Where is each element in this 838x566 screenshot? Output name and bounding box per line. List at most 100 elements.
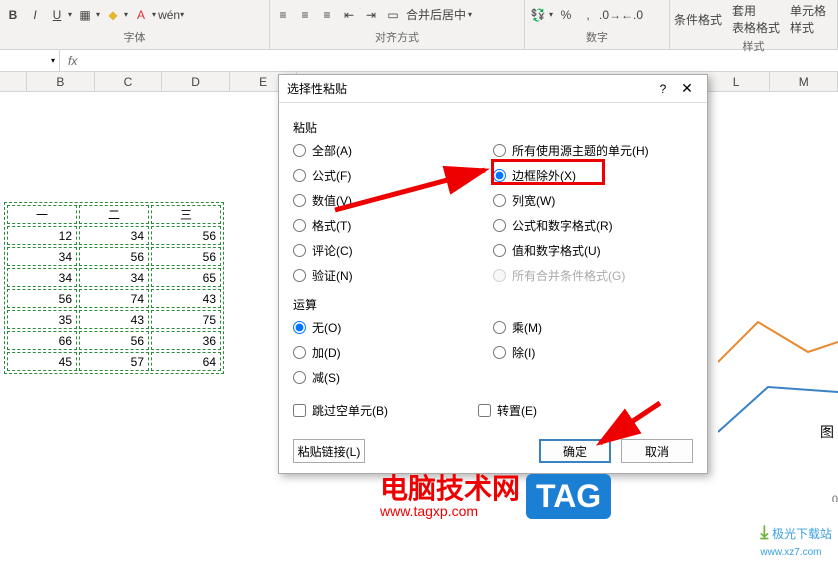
radio-option[interactable]: 数值(V) [293,192,493,209]
radio-option[interactable]: 除(I) [493,344,693,361]
align-left-icon[interactable]: ≡ [274,6,292,24]
col-header[interactable]: C [95,72,163,91]
radio-option[interactable]: 公式(F) [293,167,493,184]
cell[interactable]: 56 [7,289,77,308]
cell[interactable]: 45 [7,352,77,371]
transpose-checkbox[interactable]: 转置(E) [478,402,537,419]
indent-dec-icon[interactable]: ⇤ [340,6,358,24]
skip-blanks-checkbox[interactable]: 跳过空单元(B) [293,402,388,419]
cell[interactable]: 34 [7,268,77,287]
font-color-icon[interactable]: A [132,6,150,24]
merge-icon[interactable]: ▭ [384,6,402,24]
close-icon[interactable]: ✕ [675,80,699,97]
radio-option[interactable]: 所有使用源主题的单元(H) [493,142,693,159]
radio-label: 全部(A) [312,142,352,159]
chart-axis-zero: 0 [832,494,838,502]
indent-inc-icon[interactable]: ⇥ [362,6,380,24]
radio-label: 公式(F) [312,167,351,184]
radio-option[interactable]: 无(O) [293,319,493,336]
phonetic-icon[interactable]: wén [160,6,178,24]
cell[interactable]: 43 [79,310,149,329]
radio-option[interactable]: 评论(C) [293,242,493,259]
radio-label: 列宽(W) [512,192,555,209]
transpose-label: 转置(E) [497,402,537,419]
fx-icon[interactable]: fx [60,54,85,68]
tag-badge: TAG [526,474,611,519]
radio-option[interactable]: 加(D) [293,344,493,361]
radio-option[interactable]: 格式(T) [293,217,493,234]
cell[interactable]: 35 [7,310,77,329]
col-header[interactable]: B [27,72,95,91]
radio-label: 评论(C) [312,242,353,259]
fill-color-icon[interactable]: ◆ [104,6,122,24]
paste-link-button[interactable]: 粘贴链接(L) [293,439,365,463]
comma-icon[interactable]: , [579,6,597,24]
col-header[interactable]: M [770,72,838,91]
col-header[interactable]: L [703,72,771,91]
dec-decimal-icon[interactable]: ←.0 [623,6,641,24]
radio-label: 无(O) [312,319,341,336]
align-center-icon[interactable]: ≡ [296,6,314,24]
underline-icon[interactable]: U [48,6,66,24]
cell[interactable]: 56 [79,247,149,266]
cell[interactable]: 57 [79,352,149,371]
ribbon-label-number: 数字 [529,27,665,47]
radio-option[interactable]: 值和数字格式(U) [493,242,693,259]
name-box[interactable]: ▾ [0,50,60,71]
paste-special-dialog: 选择性粘贴 ? ✕ 粘贴 全部(A)公式(F)数值(V)格式(T)评论(C)验证… [278,74,708,474]
border-icon[interactable]: ▦ [76,6,94,24]
radio-option[interactable]: 减(S) [293,369,493,386]
radio-option[interactable]: 列宽(W) [493,192,693,209]
radio-option[interactable]: 验证(N) [293,267,493,284]
chart-fragment[interactable]: 图 0 [718,302,838,502]
italic-icon[interactable]: I [26,6,44,24]
cell[interactable]: 65 [151,268,221,287]
cell[interactable]: 34 [79,226,149,245]
percent-icon[interactable]: % [557,6,575,24]
cell[interactable]: 34 [7,247,77,266]
radio-label: 所有合并条件格式(G) [512,267,625,284]
radio-option[interactable]: 乘(M) [493,319,693,336]
cell[interactable]: 74 [79,289,149,308]
radio-option[interactable]: 公式和数字格式(R) [493,217,693,234]
radio-label: 减(S) [312,369,340,386]
cell[interactable]: 36 [151,331,221,350]
radio-label: 除(I) [512,344,535,361]
cell-style-button[interactable]: 单元格 样式 [790,2,826,36]
cell[interactable]: 64 [151,352,221,371]
ribbon-group-style: 条件格式 套用 表格格式 单元格 样式 样式 [670,0,838,49]
watermark-url: www.tagxp.com [380,503,520,519]
help-icon[interactable]: ? [651,82,675,96]
table-header: 二 [79,205,149,224]
merge-label[interactable]: 合并后居中 [406,6,466,23]
ribbon-label-font: 字体 [4,27,265,47]
cell[interactable]: 75 [151,310,221,329]
cell[interactable]: 12 [7,226,77,245]
dialog-titlebar[interactable]: 选择性粘贴 ? ✕ [279,75,707,103]
radio-option: 所有合并条件格式(G) [493,267,693,284]
bold-icon[interactable]: B [4,6,22,24]
ok-button[interactable]: 确定 [539,439,611,463]
annotation-highlight [491,159,605,185]
radio-label: 乘(M) [512,319,542,336]
cell[interactable]: 43 [151,289,221,308]
cell[interactable]: 34 [79,268,149,287]
align-right-icon[interactable]: ≡ [318,6,336,24]
cell[interactable]: 56 [151,226,221,245]
watermark: 电脑技术网 www.tagxp.com TAG [380,474,611,519]
select-all-corner[interactable] [0,72,27,91]
cell[interactable]: 56 [151,247,221,266]
currency-icon[interactable]: 💱 [529,6,547,24]
cancel-button[interactable]: 取消 [621,439,693,463]
cell[interactable]: 66 [7,331,77,350]
selected-range[interactable]: 一二三 123456 345656 343465 567443 354375 6… [4,202,224,374]
col-header[interactable]: D [162,72,230,91]
inc-decimal-icon[interactable]: .0→ [601,6,619,24]
radio-option[interactable]: 全部(A) [293,142,493,159]
operation-group-label: 运算 [293,296,693,313]
table-format-button[interactable]: 套用 表格格式 [732,2,780,36]
cond-format-button[interactable]: 条件格式 [674,11,722,28]
download-logo-icon: ⤓ [760,522,768,542]
table-header: 三 [151,205,221,224]
cell[interactable]: 56 [79,331,149,350]
